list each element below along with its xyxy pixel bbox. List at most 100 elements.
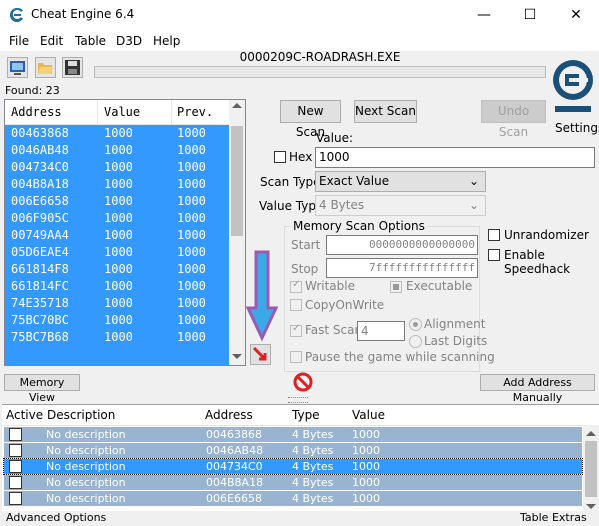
active-checkbox[interactable] bbox=[9, 460, 22, 473]
scroll-down-icon[interactable] bbox=[232, 354, 242, 359]
unrandomizer-checkbox[interactable] bbox=[488, 229, 500, 241]
scan-result-row[interactable]: 75BC7B68 1000 1000 bbox=[5, 329, 231, 346]
scan-result-row[interactable]: 004B8A18 1000 1000 bbox=[5, 176, 231, 193]
found-count: Found: 23 bbox=[5, 84, 60, 97]
hex-checkbox[interactable] bbox=[274, 151, 286, 163]
scan-result-row[interactable]: 74E35718 1000 1000 bbox=[5, 295, 231, 312]
settings-label[interactable]: Settings bbox=[555, 121, 599, 135]
address-list-header: Active Description Address Type Value bbox=[2, 405, 599, 426]
stop-label: Stop bbox=[291, 262, 319, 276]
next-scan-button[interactable]: Next Scan bbox=[354, 100, 417, 123]
value-input[interactable]: 1000 bbox=[315, 147, 595, 168]
add-address-manually-button[interactable]: Add Address Manually bbox=[480, 374, 595, 404]
scan-result-address: 75BC7B68 bbox=[11, 330, 69, 344]
scan-result-address: 00463868 bbox=[11, 126, 69, 140]
menu-d3d[interactable]: D3D bbox=[116, 34, 142, 48]
address-list-address: 00463868 bbox=[206, 428, 262, 441]
scroll-thumb[interactable] bbox=[231, 126, 243, 236]
scan-result-value: 1000 bbox=[104, 211, 133, 225]
scan-result-previous: 1000 bbox=[177, 296, 206, 310]
menu-file[interactable]: File bbox=[9, 34, 29, 48]
column-value[interactable]: Value bbox=[104, 105, 140, 119]
scan-result-row[interactable]: 0046AB48 1000 1000 bbox=[5, 142, 231, 159]
executable-checkbox[interactable] bbox=[390, 281, 402, 293]
alignment-label: Alignment bbox=[424, 317, 486, 331]
new-scan-button[interactable]: New Scan bbox=[280, 100, 341, 139]
stop-address-input[interactable]: 7fffffffffffffff bbox=[326, 258, 478, 278]
address-list-description: No description bbox=[46, 492, 126, 505]
red-arrow-icon bbox=[252, 346, 267, 361]
save-button[interactable] bbox=[62, 57, 83, 78]
column-previous[interactable]: Prev. bbox=[177, 105, 213, 119]
scan-result-row[interactable]: 05D6EAE4 1000 1000 bbox=[5, 244, 231, 261]
speedhack-checkbox[interactable] bbox=[488, 249, 500, 261]
memory-scan-options-title: Memory Scan Options bbox=[291, 219, 427, 233]
start-label: Start bbox=[291, 238, 321, 252]
address-list-row[interactable]: No description 00463868 4 Bytes 1000 bbox=[4, 427, 582, 442]
pause-game-checkbox[interactable] bbox=[290, 351, 302, 363]
column-address[interactable]: Address bbox=[11, 105, 62, 119]
scan-result-row[interactable]: 004734C0 1000 1000 bbox=[5, 159, 231, 176]
checkmark-icon: ✓ bbox=[292, 323, 301, 334]
address-list-row[interactable]: No description 006E6658 4 Bytes 1000 bbox=[4, 491, 582, 506]
scan-result-value: 1000 bbox=[104, 330, 133, 344]
advanced-options-button[interactable]: Advanced Options bbox=[6, 511, 106, 524]
stop-icon[interactable] bbox=[293, 372, 313, 392]
scroll-thumb[interactable] bbox=[585, 441, 597, 497]
fast-scan-checkbox[interactable]: ✓ bbox=[290, 323, 302, 337]
writable-checkbox[interactable]: ✓ bbox=[290, 279, 302, 293]
scan-result-row[interactable]: 006F905C 1000 1000 bbox=[5, 210, 231, 227]
scan-result-row[interactable]: 75BC70BC 1000 1000 bbox=[5, 312, 231, 329]
fast-scan-input[interactable]: 4 bbox=[357, 321, 405, 341]
scroll-up-icon[interactable] bbox=[586, 431, 596, 436]
memory-view-button[interactable]: Memory View bbox=[4, 374, 80, 404]
table-extras-button[interactable]: Table Extras bbox=[520, 511, 587, 524]
column-value[interactable]: Value bbox=[352, 408, 385, 422]
address-list-row[interactable]: No description 004734C0 4 Bytes 1000 bbox=[3, 458, 583, 475]
copyonwrite-checkbox[interactable] bbox=[290, 299, 302, 311]
column-separator[interactable] bbox=[171, 100, 172, 124]
scan-type-select[interactable]: Exact Value ⌄ bbox=[315, 171, 486, 192]
active-checkbox[interactable] bbox=[9, 476, 22, 489]
address-list-scrollbar[interactable] bbox=[583, 425, 599, 513]
column-separator[interactable] bbox=[97, 100, 98, 124]
scroll-down-icon[interactable] bbox=[586, 504, 596, 509]
scan-result-row[interactable]: 00749AA4 1000 1000 bbox=[5, 227, 231, 244]
scan-result-row[interactable]: 661814F8 1000 1000 bbox=[5, 261, 231, 278]
scan-result-value: 1000 bbox=[104, 177, 133, 191]
column-active[interactable]: Active bbox=[6, 408, 43, 422]
column-address[interactable]: Address bbox=[205, 408, 253, 422]
scan-results-scrollbar[interactable] bbox=[229, 100, 245, 365]
maximize-button[interactable]: ☐ bbox=[507, 0, 553, 30]
minimize-button[interactable]: — bbox=[461, 0, 507, 30]
menu-table[interactable]: Table bbox=[75, 34, 106, 48]
start-address-input[interactable]: 0000000000000000 bbox=[326, 235, 478, 255]
active-checkbox[interactable] bbox=[9, 444, 22, 457]
alignment-radio[interactable] bbox=[409, 318, 422, 331]
close-button[interactable]: ✕ bbox=[553, 0, 599, 30]
address-list-row[interactable]: No description 004B8A18 4 Bytes 1000 bbox=[4, 475, 582, 490]
address-list[interactable]: Active Description Address Type Value No… bbox=[2, 404, 599, 513]
scan-result-row[interactable]: 006E6658 1000 1000 bbox=[5, 193, 231, 210]
scan-results-list[interactable]: Address Value Prev. 00463868 1000 1000 0046… bbox=[4, 99, 246, 366]
menu-help[interactable]: Help bbox=[153, 34, 180, 48]
column-description[interactable]: Description bbox=[47, 408, 115, 422]
process-select-button[interactable] bbox=[7, 57, 28, 78]
scroll-up-icon[interactable] bbox=[232, 103, 242, 108]
active-checkbox[interactable] bbox=[9, 492, 22, 505]
splitter-grip-icon[interactable] bbox=[288, 397, 308, 403]
open-file-button[interactable] bbox=[35, 57, 56, 78]
address-list-description: No description bbox=[46, 428, 126, 441]
last-digits-radio[interactable] bbox=[409, 335, 422, 348]
scan-result-address: 006F905C bbox=[11, 211, 69, 225]
menu-edit[interactable]: Edit bbox=[40, 34, 63, 48]
scan-result-row[interactable]: 661814FC 1000 1000 bbox=[5, 278, 231, 295]
undo-scan-button[interactable]: Undo Scan bbox=[481, 100, 546, 139]
address-list-row[interactable]: No description 0046AB48 4 Bytes 1000 bbox=[4, 443, 582, 458]
value-type-select[interactable]: 4 Bytes ⌄ bbox=[315, 195, 486, 216]
add-selected-to-list-button[interactable] bbox=[250, 344, 271, 365]
column-type[interactable]: Type bbox=[292, 408, 320, 422]
active-checkbox[interactable] bbox=[9, 428, 22, 441]
scan-result-row[interactable]: 00463868 1000 1000 bbox=[5, 125, 231, 142]
cheat-engine-logo-icon[interactable] bbox=[551, 52, 595, 118]
